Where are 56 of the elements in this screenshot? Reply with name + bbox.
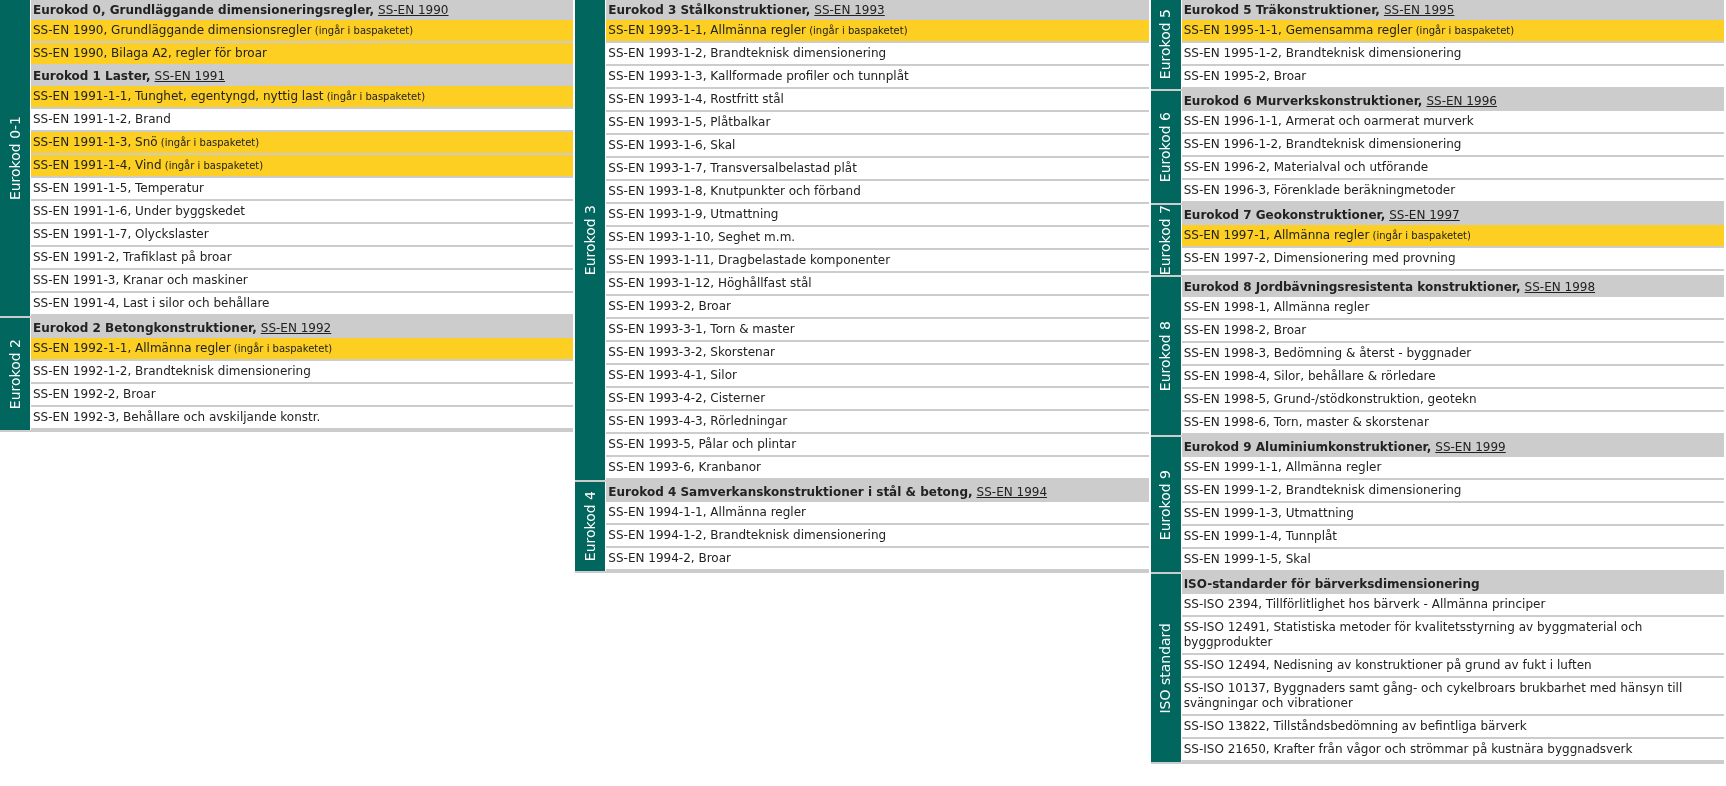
- standard-link[interactable]: SS-EN 1996: [1426, 93, 1497, 109]
- section-title: Eurokod 3 Stålkonstruktioner,: [608, 2, 811, 18]
- section-title: Eurokod 2 Betongkonstruktioner,: [33, 320, 257, 336]
- standard-row[interactable]: SS-EN 1991-1-3, Snö (ingår i baspaketet): [31, 132, 574, 155]
- standard-row[interactable]: SS-EN 1998-3, Bedömning & återst - byggnader: [1181, 343, 1724, 367]
- standard-row[interactable]: SS-EN 1993-1-3, Kallformade profiler och tunnplåt: [606, 66, 1149, 89]
- standard-row[interactable]: SS-ISO 12494, Nedisning av konstruktioner på grund av fukt i luften: [1181, 655, 1724, 679]
- section-title: Eurokod 9 Aluminiumkonstruktioner,: [1183, 439, 1432, 456]
- standard-row[interactable]: SS-EN 1993-1-7, Transversalbelastad plåt: [606, 158, 1149, 181]
- side-label: Eurokod 6: [1150, 91, 1181, 203]
- standard-row[interactable]: SS-EN 1997-1, Allmänna regler (ingår i baspaketet): [1181, 225, 1724, 248]
- section-title: Eurokod 8 Jordbävningsresistenta konstruktioner,: [1183, 279, 1521, 296]
- section-title: Eurokod 6 Murverkskonstruktioner,: [1183, 93, 1423, 109]
- standard-row[interactable]: SS-ISO 21650, Krafter från vågor och strömmar på kustnära byggnadsverk: [1181, 739, 1724, 763]
- standard-link[interactable]: SS-EN 1998: [1524, 279, 1596, 296]
- standard-row[interactable]: SS-EN 1998-4, Silor, behållare & rörledare: [1181, 366, 1724, 390]
- standard-row[interactable]: SS-EN 1992-3, Behållare och avskiljande konstr.: [31, 407, 574, 430]
- standard-row[interactable]: SS-EN 1993-1-12, Höghållfast stål: [606, 273, 1149, 296]
- section-title: Eurokod 5 Träkonstruktioner,: [1183, 2, 1380, 18]
- standard-link[interactable]: SS-EN 1993: [814, 2, 885, 18]
- standard-link[interactable]: SS-EN 1994: [976, 484, 1048, 500]
- side-label: Eurokod 7: [1150, 205, 1181, 276]
- side-label: Eurokod 5: [1150, 0, 1181, 89]
- standard-row[interactable]: SS-EN 1991-2, Trafiklast på broar: [31, 247, 574, 270]
- standard-row[interactable]: SS-ISO 10137, Byggnaders samt gång- och cykelbroars brukbarhet med hänsyn till svängningar och vibrationer: [1181, 678, 1724, 717]
- section-title: Eurokod 4 Samverkanskonstruktioner i stål & betong,: [608, 484, 973, 500]
- standard-row[interactable]: SS-EN 1990, Bilaga A2, regler för broar: [31, 43, 574, 66]
- side-label: Eurokod 0-1: [0, 0, 30, 316]
- standard-row[interactable]: SS-EN 1992-1-1, Allmänna regler (ingår i baspaketet): [31, 338, 574, 361]
- section-title: Eurokod 0, Grundläggande dimensioneringsregler,: [33, 2, 375, 18]
- standard-row[interactable]: SS-EN 1993-1-5, Plåtbalkar: [606, 112, 1149, 135]
- standard-row[interactable]: SS-EN 1991-4, Last i silor och behållare: [31, 293, 574, 316]
- standard-link[interactable]: SS-EN 1997: [1389, 207, 1460, 223]
- side-label: Eurokod 3: [575, 0, 606, 480]
- section-title: Eurokod 7 Geokonstruktioner,: [1183, 207, 1386, 223]
- standard-row[interactable]: SS-ISO 13822, Tillståndsbedömning av befintliga bärverk: [1181, 716, 1724, 740]
- side-label: Eurokod 9: [1150, 437, 1181, 573]
- section-title: Eurokod 1 Laster,: [33, 68, 151, 84]
- standard-link[interactable]: SS-EN 1995: [1383, 2, 1455, 18]
- standard-row[interactable]: SS-EN 1991-1-1, Tunghet, egentyngd, nyttig last (ingår i baspaketet): [31, 86, 574, 109]
- side-label: Eurokod 4: [575, 482, 606, 571]
- standard-row[interactable]: SS-EN 1993-1-4, Rostfritt stål: [606, 89, 1149, 112]
- standard-row[interactable]: SS-EN 1990, Grundläggande dimensionsregler (ingår i baspaketet): [31, 20, 574, 43]
- section-title: ISO-standarder för bärverksdimensionering: [1183, 576, 1480, 593]
- standard-link[interactable]: SS-EN 1990: [378, 2, 449, 18]
- side-label: Eurokod 2: [0, 318, 30, 430]
- side-label: ISO standard: [1150, 574, 1181, 763]
- standard-row[interactable]: SS-EN 1991-1-4, Vind (ingår i baspaketet): [31, 155, 574, 178]
- standard-link[interactable]: SS-EN 1992: [260, 320, 332, 336]
- standard-row[interactable]: SS-EN 1995-1-1, Gemensamma regler (ingår i baspaketet): [1181, 20, 1724, 43]
- side-label: Eurokod 8: [1150, 277, 1181, 436]
- standard-link[interactable]: SS-EN 1999: [1435, 439, 1506, 456]
- standard-row[interactable]: SS-EN 1993-1-1, Allmänna regler (ingår i baspaketet): [606, 20, 1149, 43]
- standard-link[interactable]: SS-EN 1991: [154, 68, 226, 84]
- standard-row[interactable]: SS-EN 1993-5, Pålar och plintar: [606, 434, 1149, 457]
- standard-row[interactable]: SS-EN 1999-1-4, Tunnplåt: [1181, 526, 1724, 550]
